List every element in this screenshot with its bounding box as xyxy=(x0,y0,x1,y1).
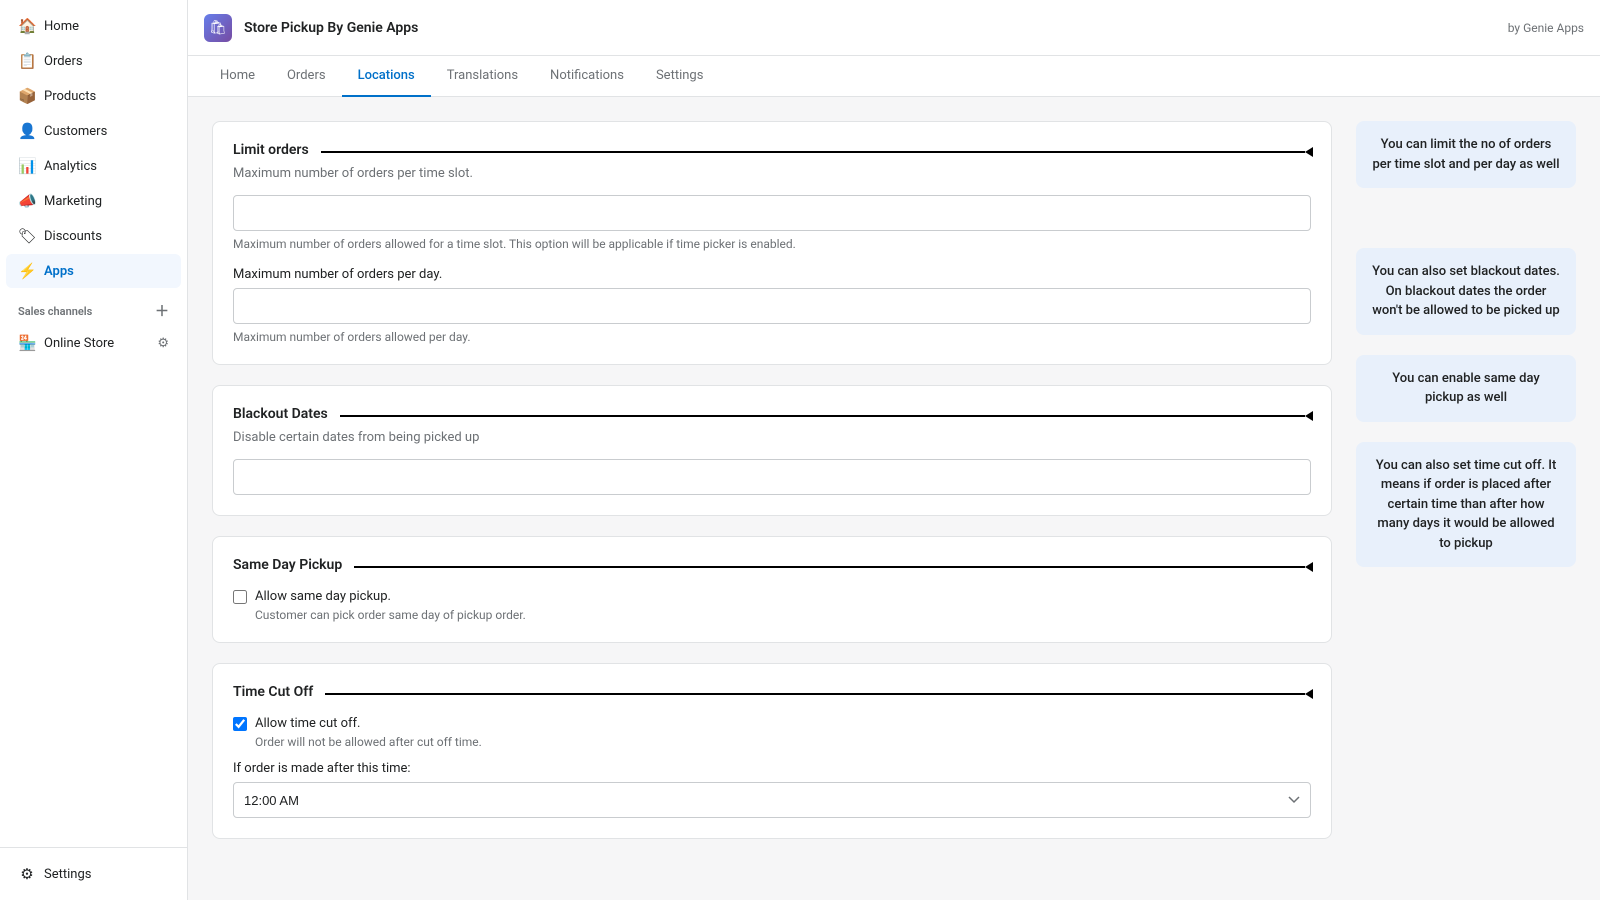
analytics-icon: 📊 xyxy=(18,157,36,175)
tab-orders[interactable]: Orders xyxy=(271,56,342,97)
blackout-dates-input[interactable] xyxy=(233,459,1311,495)
same-day-pickup-checkbox-label[interactable]: Allow same day pickup. xyxy=(233,589,1311,604)
sections-column: Limit orders Maximum number of orders pe… xyxy=(212,121,1332,876)
tip-time-cut-off-bubble: You can also set time cut off. It means … xyxy=(1356,442,1576,568)
tips-column: You can limit the no of orders per time … xyxy=(1356,121,1576,876)
time-cut-off-select[interactable]: 12:00 AM 1:00 AM 2:00 AM 6:00 AM 8:00 AM… xyxy=(233,782,1311,818)
same-day-pickup-checkbox-desc: Customer can pick order same day of pick… xyxy=(255,608,1311,622)
limit-orders-subtitle: Maximum number of orders per time slot. xyxy=(233,166,1311,181)
app-icon: 🛍 xyxy=(204,14,232,42)
tab-home[interactable]: Home xyxy=(204,56,271,97)
sidebar-item-orders[interactable]: 📋 Orders xyxy=(6,44,181,78)
time-cut-off-checkbox-text: Allow time cut off. xyxy=(255,716,360,731)
limit-orders-timeslot-helper: Maximum number of orders allowed for a t… xyxy=(233,237,1311,251)
limit-orders-perday-group: Maximum number of orders per day. Maximu… xyxy=(233,267,1311,344)
home-icon: 🏠 xyxy=(18,17,36,35)
sidebar-item-discounts[interactable]: 🏷 Discounts xyxy=(6,219,181,253)
sales-channels-section: Sales channels ＋ xyxy=(0,289,187,325)
sidebar-nav: 🏠 Home 📋 Orders 📦 Products 👤 Customers 📊… xyxy=(0,0,187,847)
sales-channels-label: Sales channels xyxy=(18,305,92,318)
tip-spacer-1 xyxy=(1356,208,1576,228)
add-sales-channel-button[interactable]: ＋ xyxy=(155,301,169,321)
same-day-pickup-title: Same Day Pickup xyxy=(233,557,342,573)
tip-same-day-pickup-bubble: You can enable same day pickup as well xyxy=(1356,355,1576,422)
tab-notifications[interactable]: Notifications xyxy=(534,56,640,97)
sidebar-item-label: Orders xyxy=(44,54,83,69)
by-genie-label: by Genie Apps xyxy=(1508,21,1584,35)
sidebar-item-apps[interactable]: ⚡ Apps xyxy=(6,254,181,288)
sidebar-item-home[interactable]: 🏠 Home xyxy=(6,9,181,43)
main-area: 🛍 Store Pickup By Genie Apps by Genie Ap… xyxy=(188,0,1600,900)
orders-icon: 📋 xyxy=(18,52,36,70)
discounts-icon: 🏷 xyxy=(18,227,36,245)
sidebar-item-customers[interactable]: 👤 Customers xyxy=(6,114,181,148)
online-store-icon: 🏪 xyxy=(18,334,36,352)
sidebar: 🏠 Home 📋 Orders 📦 Products 👤 Customers 📊… xyxy=(0,0,188,900)
tip-blackout-dates: You can also set blackout dates. On blac… xyxy=(1356,248,1576,335)
blackout-dates-title: Blackout Dates xyxy=(233,406,328,422)
sidebar-item-label: Settings xyxy=(44,867,91,882)
blackout-dates-card: Blackout Dates Disable certain dates fro… xyxy=(212,385,1332,516)
sidebar-item-label: Analytics xyxy=(44,159,97,174)
if-order-label: If order is made after this time: xyxy=(233,761,1311,776)
sidebar-item-label: Home xyxy=(44,19,79,34)
customers-icon: 👤 xyxy=(18,122,36,140)
topbar: 🛍 Store Pickup By Genie Apps by Genie Ap… xyxy=(188,0,1600,56)
tip-same-day-pickup: You can enable same day pickup as well xyxy=(1356,355,1576,422)
sidebar-item-products[interactable]: 📦 Products xyxy=(6,79,181,113)
limit-orders-perday-input[interactable] xyxy=(233,288,1311,324)
time-cut-off-card: Time Cut Off Allow time cut off. Order w… xyxy=(212,663,1332,839)
time-cut-off-title: Time Cut Off xyxy=(233,684,313,700)
sidebar-item-marketing[interactable]: 📣 Marketing xyxy=(6,184,181,218)
limit-orders-timeslot-group: Maximum number of orders allowed for a t… xyxy=(233,195,1311,251)
tab-settings[interactable]: Settings xyxy=(640,56,719,97)
time-cut-off-checkbox[interactable] xyxy=(233,717,247,731)
tip-time-cut-off: You can also set time cut off. It means … xyxy=(1356,442,1576,568)
marketing-icon: 📣 xyxy=(18,192,36,210)
tip-blackout-dates-bubble: You can also set blackout dates. On blac… xyxy=(1356,248,1576,335)
tab-nav: Home Orders Locations Translations Notif… xyxy=(188,56,1600,97)
blackout-dates-input-group xyxy=(233,459,1311,495)
tip-limit-orders: You can limit the no of orders per time … xyxy=(1356,121,1576,188)
tab-locations[interactable]: Locations xyxy=(342,56,431,97)
same-day-pickup-checkbox-text: Allow same day pickup. xyxy=(255,589,391,604)
sidebar-item-label: Apps xyxy=(44,264,74,279)
sidebar-item-online-store[interactable]: 🏪 Online Store ⚙ xyxy=(6,326,181,360)
time-cut-off-select-group: If order is made after this time: 12:00 … xyxy=(233,761,1311,818)
limit-orders-card: Limit orders Maximum number of orders pe… xyxy=(212,121,1332,365)
content-area: Limit orders Maximum number of orders pe… xyxy=(188,97,1600,900)
sidebar-item-label: Marketing xyxy=(44,194,102,209)
tab-translations[interactable]: Translations xyxy=(431,56,534,97)
limit-orders-perday-label: Maximum number of orders per day. xyxy=(233,267,1311,282)
time-select-wrapper: 12:00 AM 1:00 AM 2:00 AM 6:00 AM 8:00 AM… xyxy=(233,782,1311,818)
sidebar-item-label: Products xyxy=(44,89,96,104)
time-cut-off-checkbox-desc: Order will not be allowed after cut off … xyxy=(255,735,1311,749)
time-cut-off-checkbox-label[interactable]: Allow time cut off. xyxy=(233,716,1311,731)
same-day-pickup-checkbox[interactable] xyxy=(233,590,247,604)
sidebar-item-label: Customers xyxy=(44,124,107,139)
sidebar-item-analytics[interactable]: 📊 Analytics xyxy=(6,149,181,183)
same-day-pickup-card: Same Day Pickup Allow same day pickup. C… xyxy=(212,536,1332,643)
sidebar-item-label: Online Store xyxy=(44,336,114,351)
limit-orders-timeslot-input[interactable] xyxy=(233,195,1311,231)
limit-orders-title: Limit orders xyxy=(233,142,309,158)
sidebar-item-settings[interactable]: ⚙ Settings xyxy=(6,857,181,891)
tip-limit-orders-bubble: You can limit the no of orders per time … xyxy=(1356,121,1576,188)
apps-icon: ⚡ xyxy=(18,262,36,280)
sidebar-item-label: Discounts xyxy=(44,229,102,244)
app-title: Store Pickup By Genie Apps xyxy=(244,20,418,36)
settings-icon: ⚙ xyxy=(18,865,36,883)
sidebar-bottom: ⚙ Settings xyxy=(0,847,187,900)
blackout-dates-subtitle: Disable certain dates from being picked … xyxy=(233,430,1311,445)
app-icon-glyph: 🛍 xyxy=(209,20,227,36)
online-store-settings-icon[interactable]: ⚙ xyxy=(157,336,169,351)
products-icon: 📦 xyxy=(18,87,36,105)
limit-orders-perday-helper: Maximum number of orders allowed per day… xyxy=(233,330,1311,344)
